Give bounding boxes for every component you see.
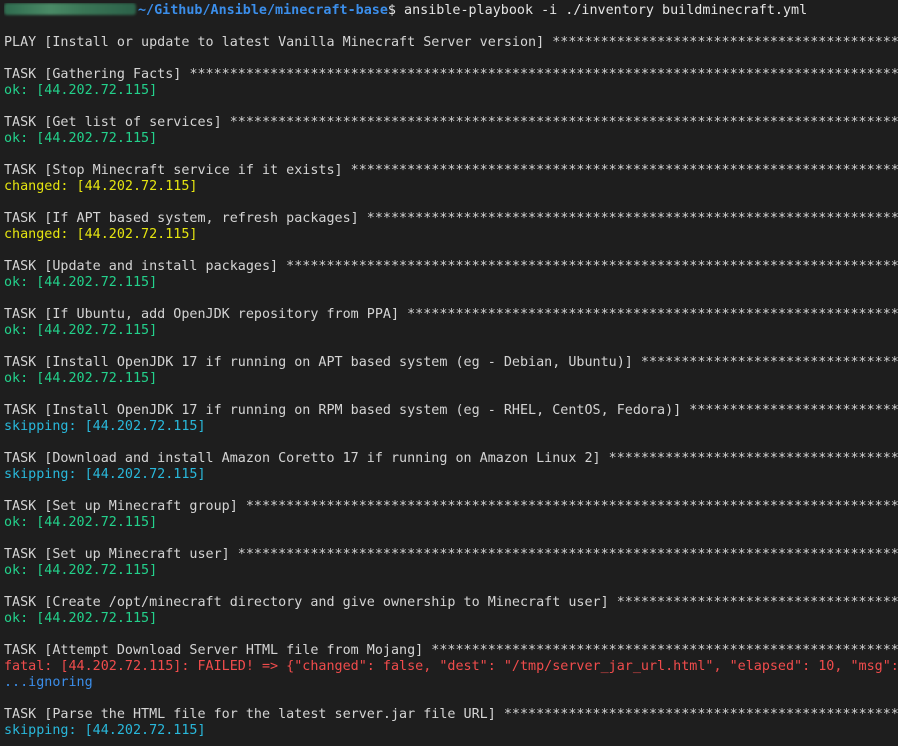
task-result: ok: [44.202.72.115] xyxy=(4,563,158,578)
task-result: ok: [44.202.72.115] xyxy=(4,275,158,290)
redacted-username xyxy=(4,3,136,15)
task-error: fatal: [44.202.72.115]: FAILED! => {"cha… xyxy=(4,659,898,674)
task-result: ok: [44.202.72.115] xyxy=(4,323,158,338)
task-header: TASK [Attempt Download Server HTML file … xyxy=(4,643,898,658)
task-result: skipping: [44.202.72.115] xyxy=(4,467,206,482)
task-header: TASK [If APT based system, refresh packa… xyxy=(4,211,898,226)
terminal-window[interactable]: ~/Github/Ansible/minecraft-base$ ansible… xyxy=(0,0,898,746)
task-header: TASK [Install OpenJDK 17 if running on R… xyxy=(4,403,898,418)
command-text: ansible-playbook -i ./inventory buildmin… xyxy=(395,3,808,18)
task-header: TASK [Download and install Amazon Corett… xyxy=(4,451,898,466)
task-block: TASK [Install OpenJDK 17 if running on R… xyxy=(4,403,898,451)
task-block: TASK [Attempt Download Server HTML file … xyxy=(4,643,898,707)
task-block: TASK [Update and install packages] *****… xyxy=(4,259,898,307)
prompt-line: ~/Github/Ansible/minecraft-base$ ansible… xyxy=(4,3,898,19)
play-header: PLAY [Install or update to latest Vanill… xyxy=(4,35,898,50)
task-header: TASK [Set up Minecraft group] **********… xyxy=(4,499,898,514)
task-header: TASK [If Ubuntu, add OpenJDK repository … xyxy=(4,307,898,322)
task-header: TASK [Get list of services] ************… xyxy=(4,115,898,130)
task-result: ok: [44.202.72.115] xyxy=(4,611,158,626)
prompt-path: ~/Github/Ansible/minecraft-base xyxy=(138,3,388,18)
task-result: skipping: [44.202.72.115] xyxy=(4,419,206,434)
task-result: changed: [44.202.72.115] xyxy=(4,179,198,194)
task-result: ok: [44.202.72.115] xyxy=(4,131,158,146)
task-block: TASK [Stop Minecraft service if it exist… xyxy=(4,163,898,211)
task-block: TASK [Set up Minecraft user] ***********… xyxy=(4,547,898,595)
task-block: TASK [Install OpenJDK 17 if running on A… xyxy=(4,355,898,403)
task-header: TASK [Stop Minecraft service if it exist… xyxy=(4,163,898,178)
task-header: TASK [Set up Minecraft user] ***********… xyxy=(4,547,898,562)
prompt-symbol: $ xyxy=(387,3,396,18)
task-header: TASK [Create /opt/minecraft directory an… xyxy=(4,595,898,610)
task-result: ok: [44.202.72.115] xyxy=(4,371,158,386)
task-header: TASK [Parse the HTML file for the latest… xyxy=(4,707,898,722)
task-block: TASK [Set up Minecraft group] **********… xyxy=(4,499,898,547)
ignoring-note: ...ignoring xyxy=(4,675,93,690)
task-result: ok: [44.202.72.115] xyxy=(4,83,158,98)
task-block: TASK [Download and install Amazon Corett… xyxy=(4,451,898,499)
task-result: ok: [44.202.72.115] xyxy=(4,515,158,530)
task-block: TASK [Create /opt/minecraft directory an… xyxy=(4,595,898,643)
task-header: TASK [Update and install packages] *****… xyxy=(4,259,898,274)
task-result: skipping: [44.202.72.115] xyxy=(4,723,206,738)
task-block: TASK [Gathering Facts] *****************… xyxy=(4,67,898,115)
task-header: TASK [Install OpenJDK 17 if running on A… xyxy=(4,355,898,370)
task-header: TASK [Gathering Facts] *****************… xyxy=(4,67,898,82)
task-block: TASK [If APT based system, refresh packa… xyxy=(4,211,898,259)
task-block: TASK [If Ubuntu, add OpenJDK repository … xyxy=(4,307,898,355)
task-result: changed: [44.202.72.115] xyxy=(4,227,198,242)
task-block: TASK [Parse the HTML file for the latest… xyxy=(4,707,898,739)
task-block: TASK [Get list of services] ************… xyxy=(4,115,898,163)
